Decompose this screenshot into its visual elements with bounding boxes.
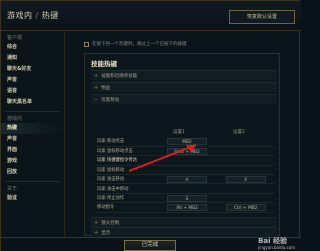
- settings-window: 游戏内 / 热键 恢复默认设置 客户端 综合 通知 聊天&好友 声音 语音 聊天黑名…: [0, 0, 301, 251]
- watermark: Bai 经验 jingyan.baidu.com: [258, 236, 295, 250]
- watermark-brand: Bai 经验: [258, 237, 287, 245]
- arrow-shaft: [128, 144, 197, 172]
- annotation-arrow-icon: [128, 144, 197, 172]
- watermark-url: jingyan.baidu.com: [258, 245, 295, 250]
